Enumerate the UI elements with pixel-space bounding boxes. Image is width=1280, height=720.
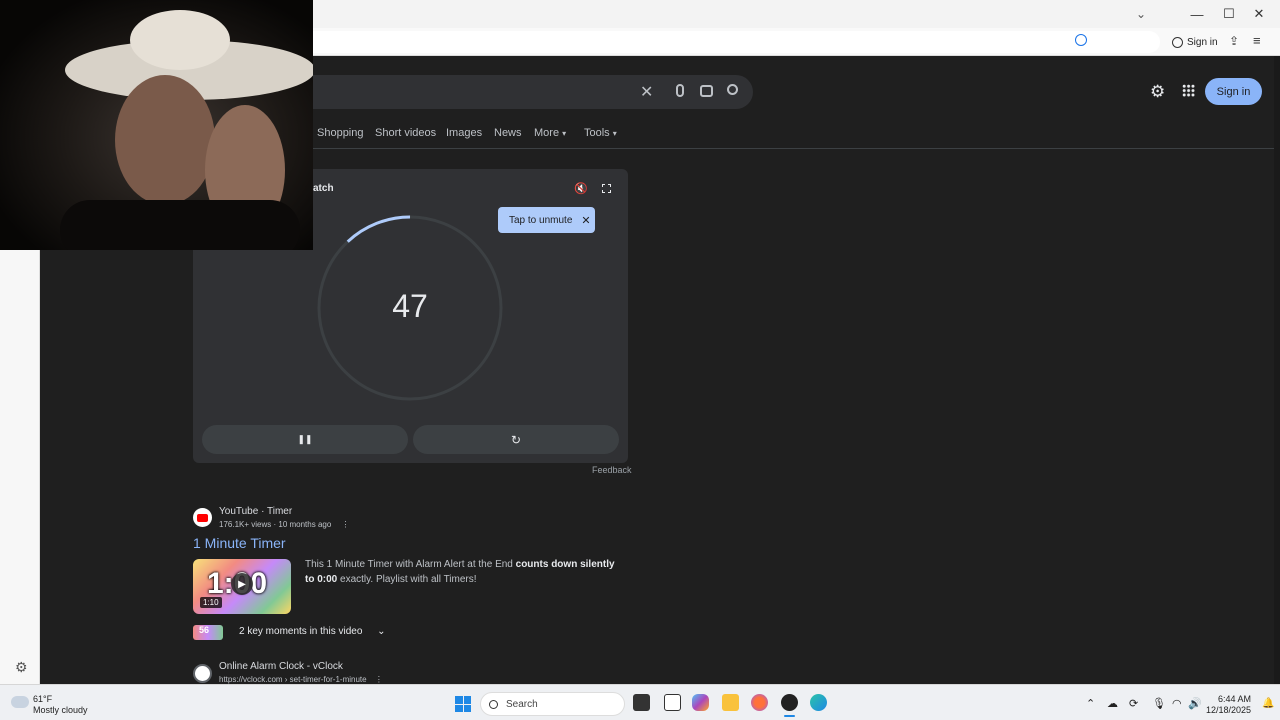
feedback-link[interactable]: Feedback	[592, 465, 632, 475]
clock-date[interactable]: 12/18/2025	[1200, 705, 1251, 715]
page-scrollbar[interactable]	[1274, 56, 1280, 684]
video-thumbnail[interactable]: 1:00 ▶ 1:10	[193, 559, 291, 614]
tooltip-text: Tap to unmute	[509, 214, 573, 226]
start-windows-icon[interactable]	[455, 696, 471, 712]
globe-icon[interactable]	[1075, 34, 1087, 46]
user-icon	[1172, 36, 1183, 48]
tab-images[interactable]: Images	[446, 127, 482, 139]
result-meta-text: 176.1K+ views · 10 months ago	[219, 520, 332, 529]
fullscreen-icon[interactable]	[602, 184, 611, 193]
tab-short-videos[interactable]: Short videos	[375, 127, 436, 139]
more-options-icon[interactable]: ⋮	[375, 675, 383, 684]
result-url[interactable]: https://vclock.com › set-timer-for-1-min…	[219, 675, 383, 684]
dropdown-arrow-icon: ▾	[562, 129, 567, 138]
play-icon	[197, 513, 208, 522]
tooltip-close-icon[interactable]: ✕	[581, 214, 590, 227]
microphone-icon[interactable]	[676, 84, 684, 97]
search-icon[interactable]	[727, 84, 738, 95]
taskbar-search-label: Search	[506, 698, 538, 710]
result-title[interactable]: 1 Minute Timer	[193, 535, 286, 551]
onedrive-icon[interactable]: ☁	[1107, 697, 1118, 710]
duration-badge: 1:10	[200, 597, 222, 608]
key-moments-label: 2 key moments in this video	[239, 626, 363, 637]
tab-more-label: More	[534, 127, 560, 139]
pause-button[interactable]: ❚❚	[202, 425, 408, 454]
head	[115, 75, 215, 205]
start-tile	[455, 696, 463, 704]
snippet-tail: exactly. Playlist with all Timers!	[337, 574, 477, 585]
start-tile	[455, 704, 463, 712]
reset-button[interactable]: ↻	[413, 425, 619, 454]
snippet-text: This 1 Minute Timer with Alarm Alert at …	[305, 559, 516, 570]
microphone-icon[interactable]: 🎙	[1152, 697, 1166, 710]
result-snippet: This 1 Minute Timer with Alarm Alert at …	[305, 557, 625, 587]
weather-desc[interactable]: Mostly cloudy	[33, 705, 88, 715]
camera-lens-icon[interactable]	[700, 85, 713, 97]
webcam-overlay	[0, 0, 313, 250]
menu-icon[interactable]: ≡	[1253, 33, 1261, 48]
mute-icon[interactable]: 🔇	[574, 182, 588, 195]
show-hidden-icons[interactable]: ⌃	[1086, 697, 1095, 710]
weather-temp[interactable]: 61°F	[33, 694, 52, 704]
result-url-text: https://vclock.com › set-timer-for-1-min…	[219, 675, 367, 684]
address-field[interactable]	[300, 31, 1160, 53]
extensions-icon[interactable]: ⇪	[1229, 34, 1239, 48]
tab-list-chevron-icon[interactable]: ⌄	[1136, 7, 1146, 21]
chevron-down-icon: ⌄	[377, 626, 386, 637]
vclock-logo	[193, 664, 212, 683]
settings-gear-icon[interactable]: ⚙	[15, 659, 28, 676]
result-source[interactable]: Online Alarm Clock - vClock	[219, 661, 343, 672]
play-icon: ▶	[231, 573, 253, 595]
firefox-icon[interactable]	[751, 694, 768, 711]
obs-icon[interactable]	[781, 694, 798, 711]
active-app-indicator	[784, 715, 795, 717]
more-options-icon[interactable]: ⋮	[342, 520, 350, 529]
sync-icon[interactable]: ⟳	[1129, 697, 1138, 710]
start-tile	[463, 696, 471, 704]
google-signin-button[interactable]: Sign in	[1205, 78, 1262, 105]
edge-icon[interactable]	[810, 694, 827, 711]
clock-time[interactable]: 6:44 AM	[1211, 694, 1251, 704]
settings-icon[interactable]: ⚙	[1150, 82, 1165, 102]
dropdown-arrow-icon: ▾	[612, 129, 617, 138]
task-view-icon[interactable]	[633, 694, 650, 711]
timer-value: 47	[392, 288, 428, 324]
tab-shopping[interactable]: Shopping	[317, 127, 364, 139]
tab-tools-label: Tools	[584, 127, 610, 139]
signin-label: Sign in	[1187, 36, 1218, 48]
weather-cloud-icon[interactable]	[11, 696, 29, 708]
youtube-logo	[193, 508, 212, 527]
apps-grid-icon[interactable]	[1182, 84, 1195, 97]
notification-bell-icon[interactable]: 🔔	[1262, 698, 1274, 709]
search-icon	[489, 699, 498, 709]
notepad-icon[interactable]	[664, 694, 681, 711]
close-window-button[interactable]: ✕	[1236, 0, 1280, 28]
file-explorer-icon[interactable]	[722, 694, 739, 711]
timer-card-title: atch	[313, 183, 334, 194]
key-moments-thumb: 56	[193, 625, 223, 640]
tab-tools[interactable]: Tools ▾	[584, 127, 617, 139]
result-meta: 176.1K+ views · 10 months ago ⋮	[219, 520, 350, 529]
hat-crown	[130, 10, 230, 70]
wifi-icon[interactable]: ◠	[1172, 697, 1182, 710]
taskbar-search[interactable]: Search	[480, 692, 625, 716]
tab-more[interactable]: More ▾	[534, 127, 566, 139]
shoulders	[60, 200, 300, 250]
copilot-icon[interactable]	[692, 694, 709, 711]
profile-signin-button[interactable]: Sign in	[1172, 31, 1222, 53]
start-tile	[463, 704, 471, 712]
person-silhouette	[60, 10, 313, 250]
result-source[interactable]: YouTube · Timer	[219, 506, 292, 517]
unmute-tooltip[interactable]: Tap to unmute ✕	[498, 207, 595, 233]
clear-search-icon[interactable]: ✕	[640, 82, 653, 102]
tab-news[interactable]: News	[494, 127, 522, 139]
key-moments-toggle[interactable]: 2 key moments in this video ⌄	[239, 626, 386, 637]
